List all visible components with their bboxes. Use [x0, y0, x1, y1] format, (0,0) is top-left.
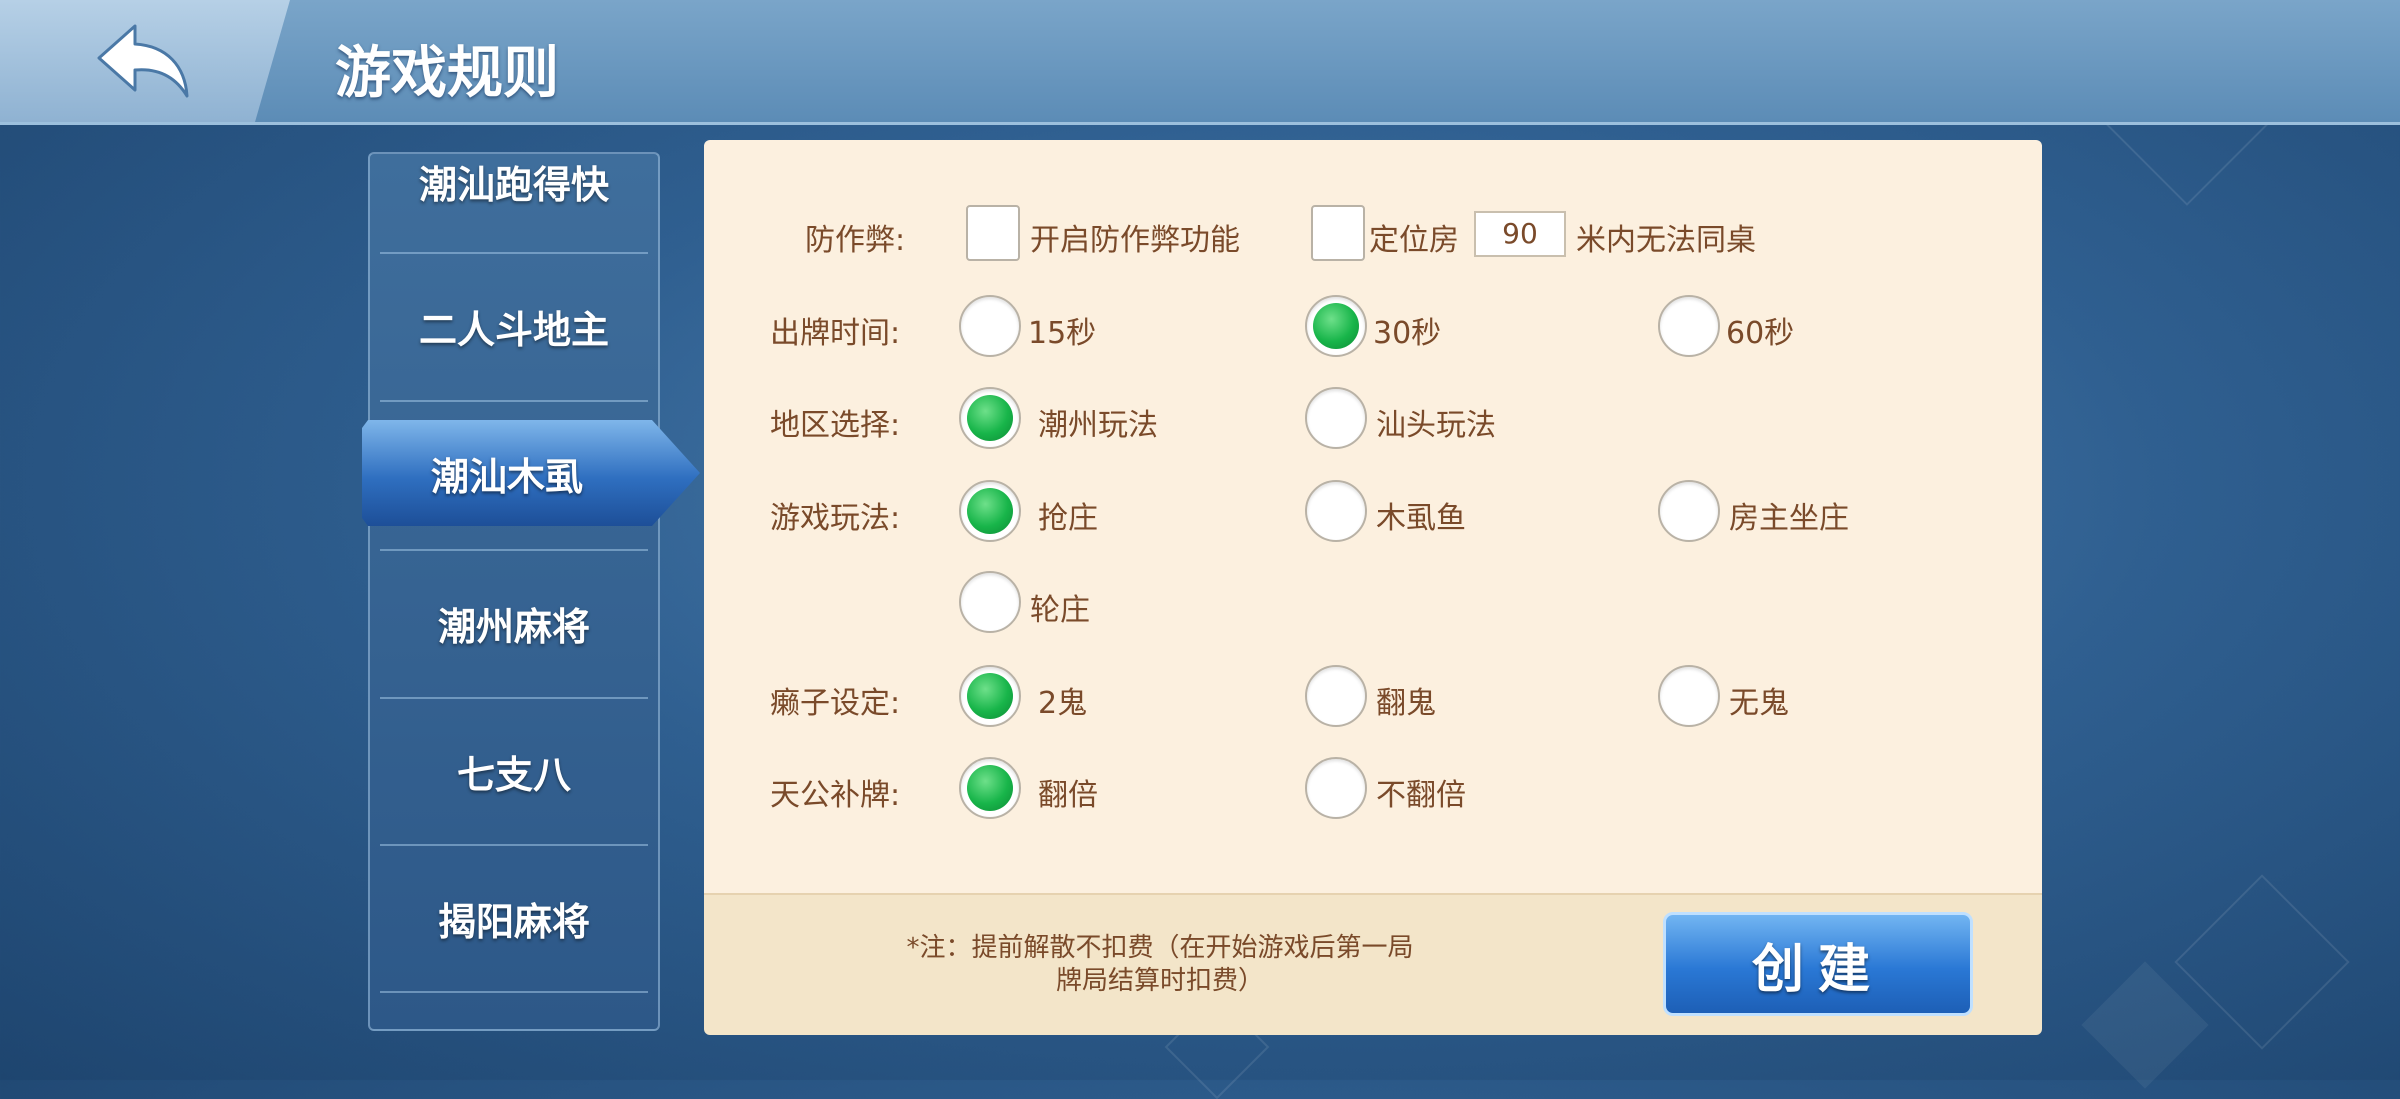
wildcard-fangui-radio[interactable]	[1305, 665, 1367, 727]
sidebar-item-chaoshan-paodekuai[interactable]: 潮汕跑得快	[370, 154, 658, 207]
sidebar-item-label: 潮汕跑得快	[418, 163, 609, 207]
game-mode-mushiyu-radio[interactable]	[1305, 480, 1367, 542]
game-mode-qiangzhuang-label: 抢庄	[1038, 501, 1098, 536]
sidebar-item-chaoshan-mushi[interactable]: 潮汕木虱	[362, 420, 700, 526]
wildcard-wugui-label: 无鬼	[1729, 686, 1789, 721]
tiangong-nodouble-label: 不翻倍	[1376, 778, 1466, 813]
page-title: 游戏规则	[335, 41, 559, 106]
header-bar: 游戏规则	[0, 0, 2400, 125]
divider	[380, 991, 648, 993]
game-mode-mushiyu-label: 木虱鱼	[1376, 501, 1466, 536]
game-mode-lunzhuang-radio[interactable]	[959, 571, 1021, 633]
create-button[interactable]: 创建	[1663, 912, 1973, 1016]
divider	[380, 400, 648, 402]
tiangong-nodouble-radio[interactable]	[1305, 757, 1367, 819]
anti-cheat-label: 防作弊:	[805, 223, 906, 258]
sidebar-item-label: 潮汕木虱	[430, 454, 583, 499]
sidebar-item-label: 揭阳麻将	[437, 899, 590, 944]
play-time-15s-label: 15秒	[1028, 316, 1097, 351]
play-time-60s-radio[interactable]	[1658, 295, 1720, 357]
sidebar-item-label: 二人斗地主	[418, 307, 609, 352]
region-shantou-label: 汕头玩法	[1376, 408, 1496, 443]
sidebar-item-erren-doudizhu[interactable]: 二人斗地主	[370, 253, 658, 399]
game-mode-qiangzhuang-radio[interactable]	[959, 480, 1021, 542]
tiangong-label: 天公补牌:	[770, 778, 901, 813]
anti-cheat-checkbox[interactable]	[966, 205, 1020, 261]
play-time-label: 出牌时间:	[770, 316, 901, 351]
game-mode-fangzhu-radio[interactable]	[1658, 480, 1720, 542]
sidebar-item-chaozhou-majiang[interactable]: 潮州麻将	[370, 550, 658, 696]
sidebar-item-jieyang-majiang[interactable]: 揭阳麻将	[370, 845, 658, 991]
tiangong-double-label: 翻倍	[1038, 778, 1098, 813]
location-room-label: 定位房	[1369, 223, 1459, 258]
sidebar-item-qizhiba[interactable]: 七支八	[370, 698, 658, 844]
back-button[interactable]	[0, 0, 290, 122]
fee-note: *注：提前解散不扣费（在开始游戏后第一局 牌局结算时扣费）	[880, 932, 1440, 998]
distance-suffix-label: 米内无法同桌	[1576, 223, 1756, 258]
bg-diamond	[2081, 961, 2209, 1089]
play-time-15s-radio[interactable]	[959, 295, 1021, 357]
location-room-checkbox[interactable]	[1311, 205, 1365, 261]
wildcard-2gui-label: 2鬼	[1038, 686, 1088, 721]
region-chaozhou-label: 潮州玩法	[1038, 408, 1158, 443]
region-chaozhou-radio[interactable]	[959, 387, 1021, 449]
wildcard-wugui-radio[interactable]	[1658, 665, 1720, 727]
sidebar-item-label: 七支八	[456, 752, 571, 797]
wildcard-label: 癞子设定:	[770, 686, 901, 721]
wildcard-fangui-label: 翻鬼	[1376, 686, 1436, 721]
play-time-30s-radio[interactable]	[1305, 295, 1367, 357]
back-arrow-icon	[97, 24, 189, 98]
play-time-30s-label: 30秒	[1373, 316, 1442, 351]
anti-cheat-option-label: 开启防作弊功能	[1030, 223, 1240, 258]
game-list-sidebar[interactable]: 潮汕跑得快 二人斗地主 潮州麻将 七支八 揭阳麻将	[368, 152, 660, 1031]
tiangong-double-radio[interactable]	[959, 757, 1021, 819]
fee-note-line1: *注：提前解散不扣费（在开始游戏后第一局	[906, 933, 1414, 963]
region-shantou-radio[interactable]	[1305, 387, 1367, 449]
game-mode-lunzhuang-label: 轮庄	[1030, 593, 1090, 628]
fee-note-line2: 牌局结算时扣费）	[1055, 966, 1264, 996]
distance-input[interactable]: 90	[1474, 211, 1566, 257]
game-mode-label: 游戏玩法:	[770, 501, 901, 536]
game-mode-fangzhu-label: 房主坐庄	[1729, 501, 1849, 536]
region-label: 地区选择:	[770, 408, 901, 443]
play-time-60s-label: 60秒	[1726, 316, 1795, 351]
wildcard-2gui-radio[interactable]	[959, 665, 1021, 727]
sidebar-item-label: 潮州麻将	[437, 604, 590, 649]
